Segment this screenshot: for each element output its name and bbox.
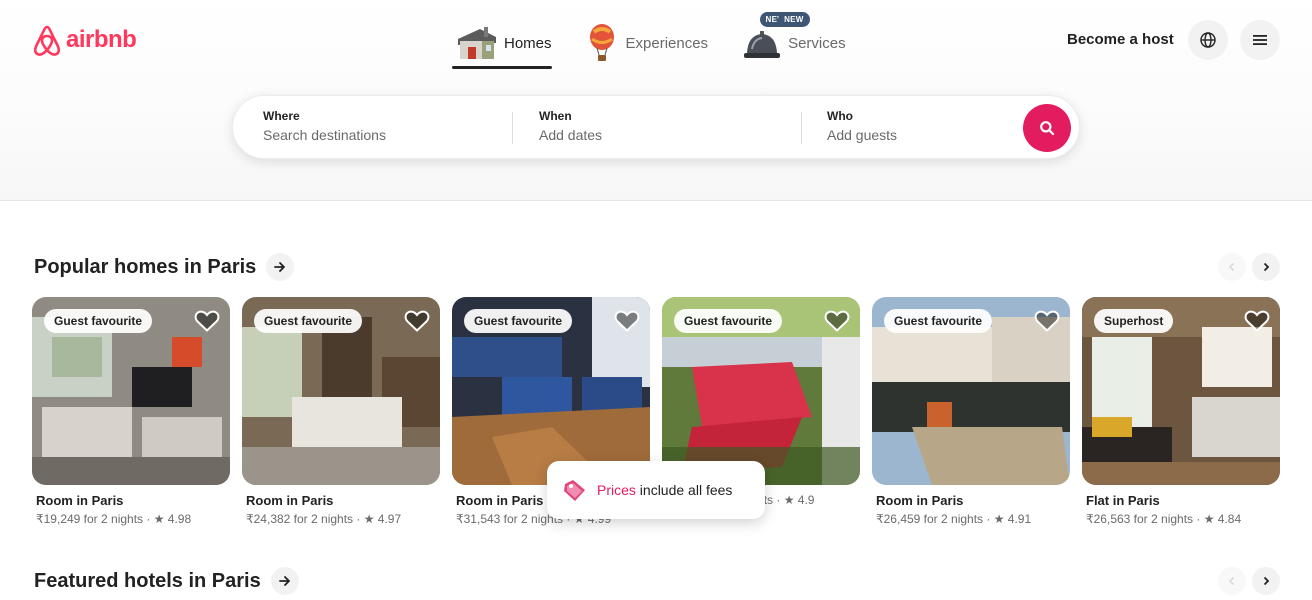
search-divider bbox=[801, 112, 802, 144]
services-new-badge: NEW bbox=[778, 12, 810, 27]
listing-title: Room in Paris bbox=[876, 493, 964, 508]
toast-rest: include all fees bbox=[635, 482, 733, 498]
search-bar: Where Search destinations When Add dates… bbox=[232, 95, 1080, 159]
language-button[interactable] bbox=[1188, 20, 1228, 60]
heart-icon[interactable] bbox=[194, 309, 220, 333]
featured-hotels-header: Featured hotels in Paris bbox=[34, 567, 299, 595]
listing-photo[interactable]: Guest favourite bbox=[242, 297, 440, 485]
heart-icon[interactable] bbox=[1034, 309, 1060, 333]
tab-homes[interactable]: Homes bbox=[452, 18, 552, 69]
listing-photo[interactable]: Guest favourite bbox=[662, 297, 860, 485]
carousel-prev-button[interactable] bbox=[1218, 253, 1246, 281]
hot-air-balloon-icon bbox=[589, 24, 614, 61]
see-all-button[interactable] bbox=[270, 567, 299, 595]
tab-services-label: Services bbox=[788, 34, 846, 52]
where-field[interactable]: Where Search destinations bbox=[263, 109, 386, 143]
become-a-host-link[interactable]: Become a host bbox=[1067, 31, 1174, 48]
listing-price-rating: ₹26,563 for 2 nights · ★ 4.84 bbox=[1086, 512, 1242, 526]
see-all-button[interactable] bbox=[266, 253, 295, 281]
main-menu-button[interactable] bbox=[1240, 20, 1280, 60]
tab-services[interactable]: NEW Services bbox=[742, 12, 846, 68]
where-input[interactable]: Search destinations bbox=[263, 127, 386, 143]
menu-icon bbox=[1253, 35, 1267, 45]
listing-badge: Superhost bbox=[1094, 309, 1174, 333]
listing-card[interactable]: Guest favourite Room in Paris ₹19,249 fo… bbox=[32, 297, 230, 526]
who-input[interactable]: Add guests bbox=[827, 127, 897, 143]
listing-photo[interactable]: Guest favourite bbox=[32, 297, 230, 485]
where-label: Where bbox=[263, 109, 300, 123]
category-tabs: Homes NEW Experiences NEW Services bbox=[452, 12, 880, 70]
airbnb-logo-icon bbox=[33, 25, 61, 56]
price-tag-icon bbox=[564, 480, 585, 501]
globe-icon bbox=[1200, 32, 1216, 48]
listing-photo[interactable]: Guest favourite bbox=[452, 297, 650, 485]
carousel-pager bbox=[1218, 253, 1280, 281]
listing-badge: Guest favourite bbox=[674, 309, 783, 333]
listing-title: Flat in Paris bbox=[1086, 493, 1160, 508]
listing-badge: Guest favourite bbox=[464, 309, 573, 333]
airbnb-wordmark: airbnb bbox=[66, 26, 137, 53]
carousel-prev-button[interactable] bbox=[1218, 567, 1246, 595]
who-label: Who bbox=[827, 109, 853, 123]
arrow-right-icon bbox=[274, 262, 286, 272]
carousel-pager bbox=[1218, 567, 1280, 595]
listing-badge: Guest favourite bbox=[254, 309, 363, 333]
arrow-right-icon bbox=[278, 576, 290, 586]
airbnb-logo[interactable]: airbnb bbox=[32, 24, 137, 56]
heart-icon[interactable] bbox=[1244, 309, 1270, 333]
listing-card[interactable]: Superhost Flat in Paris ₹26,563 for 2 ni… bbox=[1082, 297, 1280, 526]
heart-icon[interactable] bbox=[614, 309, 640, 333]
listing-photo[interactable]: Superhost bbox=[1082, 297, 1280, 485]
chevron-left-icon bbox=[1228, 576, 1235, 586]
section-title[interactable]: Featured hotels in Paris bbox=[34, 570, 261, 593]
listing-badge: Guest favourite bbox=[44, 309, 153, 333]
search-icon bbox=[1040, 121, 1055, 136]
listing-price-rating: ₹26,459 for 2 nights · ★ 4.91 bbox=[876, 512, 1032, 526]
toast-text: Prices include all fees bbox=[597, 482, 732, 498]
tab-experiences-label: Experiences bbox=[625, 34, 709, 52]
tab-homes-label: Homes bbox=[504, 34, 552, 52]
search-divider bbox=[512, 112, 513, 144]
listing-title: Room in Paris bbox=[246, 493, 334, 508]
prices-include-fees-toast: Prices include all fees bbox=[547, 461, 765, 519]
service-bell-icon bbox=[744, 31, 781, 58]
popular-homes-header: Popular homes in Paris bbox=[34, 253, 295, 281]
listing-price-rating: ₹19,249 for 2 nights · ★ 4.98 bbox=[36, 512, 192, 526]
listing-badge: Guest favourite bbox=[884, 309, 993, 333]
chevron-right-icon bbox=[1263, 576, 1270, 586]
search-button[interactable] bbox=[1023, 104, 1071, 152]
when-field[interactable]: When Add dates bbox=[539, 109, 602, 143]
chevron-right-icon bbox=[1263, 262, 1270, 272]
listing-card[interactable]: Guest favourite Room in Paris ₹26,459 fo… bbox=[872, 297, 1070, 526]
listing-photo[interactable]: Guest favourite bbox=[872, 297, 1070, 485]
listing-price-rating: ₹24,382 for 2 nights · ★ 4.97 bbox=[246, 512, 402, 526]
tab-experiences[interactable]: NEW Experiences bbox=[586, 12, 792, 68]
when-label: When bbox=[539, 109, 572, 123]
listing-title: Room in Paris bbox=[36, 493, 124, 508]
toast-highlight: Prices bbox=[597, 482, 636, 498]
chevron-left-icon bbox=[1228, 262, 1235, 272]
who-field[interactable]: Who Add guests bbox=[827, 109, 897, 143]
when-input[interactable]: Add dates bbox=[539, 127, 602, 143]
heart-icon[interactable] bbox=[824, 309, 850, 333]
house-icon bbox=[458, 27, 496, 59]
carousel-next-button[interactable] bbox=[1252, 567, 1280, 595]
listing-card[interactable]: Guest favourite Room in Paris ₹24,382 fo… bbox=[242, 297, 440, 526]
carousel-next-button[interactable] bbox=[1252, 253, 1280, 281]
section-title[interactable]: Popular homes in Paris bbox=[34, 256, 256, 279]
heart-icon[interactable] bbox=[404, 309, 430, 333]
